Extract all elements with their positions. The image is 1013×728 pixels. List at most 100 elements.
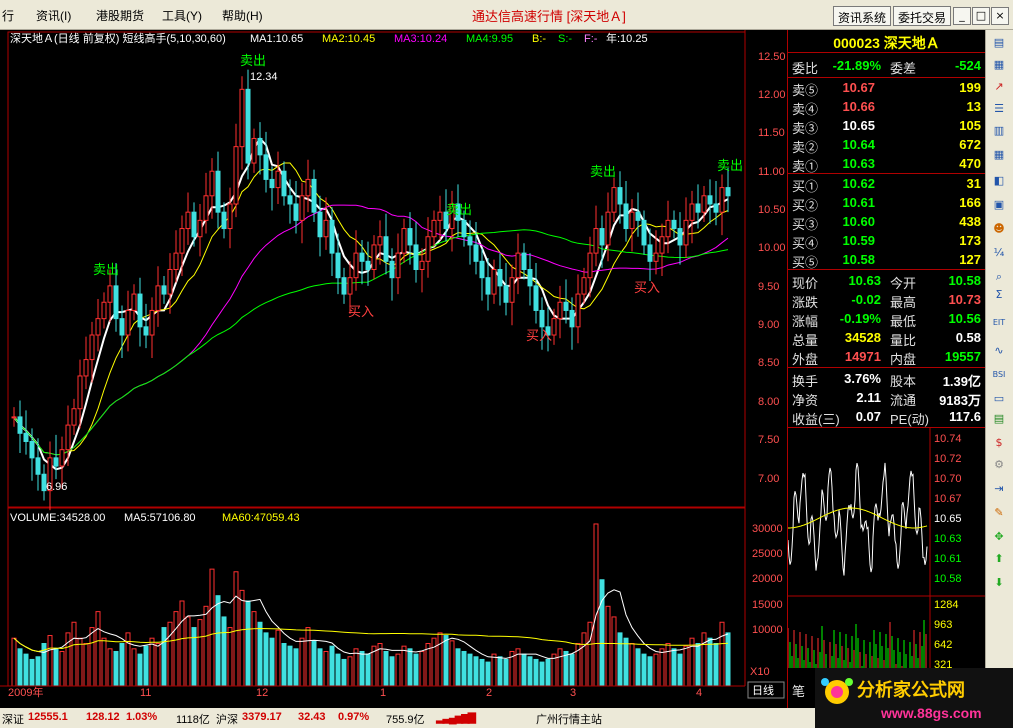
- search-icon[interactable]: ⌕: [990, 268, 1008, 285]
- monitor-icon[interactable]: ▭: [990, 390, 1008, 407]
- intraday-volume-tick: 963: [934, 619, 952, 631]
- candle: [77, 375, 83, 410]
- chart-icon[interactable]: ↗: [990, 78, 1008, 95]
- hs-index-change: 32.43: [298, 711, 326, 723]
- report-icon[interactable]: ▥: [990, 122, 1008, 139]
- ask-level[interactable]: 卖⑤ 10.67 199: [788, 79, 985, 98]
- stat-label: 量比: [890, 333, 917, 348]
- pen-icon[interactable]: ✎: [990, 504, 1008, 521]
- volume-bar: [305, 627, 311, 687]
- bid-level[interactable]: 买⑤ 10.58 127: [788, 251, 985, 270]
- eit-icon[interactable]: EIT: [990, 314, 1008, 331]
- volume-bar: [641, 653, 647, 687]
- formula-icon[interactable]: Σ: [990, 286, 1008, 303]
- trade-button[interactable]: 委托交易: [893, 6, 952, 26]
- restore-icon[interactable]: □: [972, 7, 990, 25]
- volume-bar: [143, 645, 149, 687]
- arrow-down-icon[interactable]: ⬇: [990, 574, 1008, 591]
- bid-level[interactable]: 买② 10.61 166: [788, 194, 985, 213]
- dollar-icon[interactable]: $: [990, 434, 1008, 451]
- candle: [221, 211, 227, 230]
- stat-label: 最低: [890, 314, 917, 329]
- menu-item-news[interactable]: 资讯(I): [36, 7, 71, 24]
- stat-label: 今开: [890, 276, 917, 291]
- hs-index-label: 沪深: [216, 714, 238, 726]
- level-price: 10.64: [842, 137, 875, 152]
- volume-bar: [545, 658, 551, 687]
- close-icon[interactable]: ×: [991, 7, 1009, 25]
- arrow-up-icon[interactable]: ⬆: [990, 550, 1008, 567]
- ask-level[interactable]: 卖④ 10.66 13: [788, 98, 985, 117]
- volume-bar: [725, 632, 731, 687]
- table-icon[interactable]: ▦: [990, 56, 1008, 73]
- candle: [689, 203, 695, 221]
- x-axis-label: 11: [140, 687, 151, 699]
- stat-label: 涨跌: [792, 295, 819, 310]
- kline-chart[interactable]: 深天地Ａ(日线 前复权) 短线高手(5,10,30,60) MA1:10.65 …: [0, 30, 787, 708]
- ask-level[interactable]: 卖① 10.63 470: [788, 155, 985, 174]
- vol-ma60-label: MA60:47059.43: [222, 512, 300, 524]
- move-icon[interactable]: ✥: [990, 528, 1008, 545]
- stat-value: 10.73: [948, 292, 981, 307]
- wave-icon[interactable]: ∿: [990, 342, 1008, 359]
- x-axis-label: 12: [256, 687, 268, 699]
- volume-bar: [425, 643, 431, 687]
- volume-bar: [647, 656, 653, 687]
- users-icon[interactable]: ☻: [990, 220, 1008, 237]
- candle: [413, 244, 419, 270]
- menu-item-help[interactable]: 帮助(H): [222, 7, 263, 24]
- list-icon[interactable]: ☰: [990, 100, 1008, 117]
- news-system-button[interactable]: 资讯系统: [833, 6, 892, 26]
- volume-bar: [653, 653, 659, 687]
- stat-label: 涨幅: [792, 314, 819, 329]
- bsi-icon[interactable]: BSI: [990, 366, 1008, 383]
- ask-level[interactable]: 卖③ 10.65 105: [788, 117, 985, 136]
- level-qty: 166: [959, 195, 981, 210]
- candle: [467, 236, 473, 246]
- export-icon[interactable]: ⇥: [990, 480, 1008, 497]
- volume-bar: [461, 650, 467, 687]
- intraday-price-tick: 10.63: [934, 533, 962, 545]
- buy-signal: 买入: [526, 329, 552, 344]
- volume-bar: [29, 658, 35, 687]
- weicha-value: -524: [954, 58, 981, 73]
- volume-bar: [569, 653, 575, 687]
- ask-level[interactable]: 卖② 10.64 672: [788, 136, 985, 155]
- volume-bar: [665, 643, 671, 687]
- bid-level[interactable]: 买③ 10.60 438: [788, 213, 985, 232]
- candle: [341, 277, 347, 295]
- stat-label: 净资: [792, 393, 819, 408]
- level-price: 10.61: [842, 195, 875, 210]
- volume-bar: [281, 643, 287, 687]
- bid-level[interactable]: 买④ 10.59 173: [788, 232, 985, 251]
- panel-icon[interactable]: ▤: [990, 410, 1008, 427]
- tools-icon[interactable]: ⚙: [990, 456, 1008, 473]
- level-qty: 672: [959, 137, 981, 152]
- stat-row: 现价 10.63 今开 10.58: [788, 272, 985, 291]
- candle: [683, 219, 689, 246]
- menu-item-hk-futures[interactable]: 港股期货: [96, 7, 144, 24]
- level-label: 卖②: [792, 140, 819, 155]
- bid-level[interactable]: 买① 10.62 31: [788, 175, 985, 194]
- volume-bar: [245, 600, 251, 687]
- window-icon[interactable]: ▣: [990, 196, 1008, 213]
- intraday-chart[interactable]: 10.74 10.72 10.70 10.67 10.65 10.63 10.61 10.58…: [788, 428, 985, 668]
- period-tab[interactable]: 日线: [752, 683, 774, 697]
- candle: [101, 301, 107, 320]
- grid-icon[interactable]: ▦: [990, 146, 1008, 163]
- volume-bar: [605, 605, 611, 687]
- minimize-icon[interactable]: _: [953, 7, 971, 25]
- f-label: F:-: [584, 33, 598, 45]
- candle: [269, 178, 275, 189]
- candle: [311, 178, 317, 213]
- volume-bar: [269, 637, 275, 687]
- tick-tab[interactable]: 笔: [788, 680, 812, 699]
- stats-icon[interactable]: ◧: [990, 172, 1008, 189]
- f10-icon[interactable]: ¼: [990, 244, 1008, 261]
- quote-icon[interactable]: ▤: [990, 34, 1008, 51]
- menu-item-tools[interactable]: 工具(Y): [162, 7, 202, 24]
- level-price: 10.65: [842, 118, 875, 133]
- info-row: 净资 2.11 流通 9183万: [788, 389, 985, 408]
- menu-item-partial[interactable]: 行: [2, 7, 14, 24]
- volume-bar: [95, 611, 101, 687]
